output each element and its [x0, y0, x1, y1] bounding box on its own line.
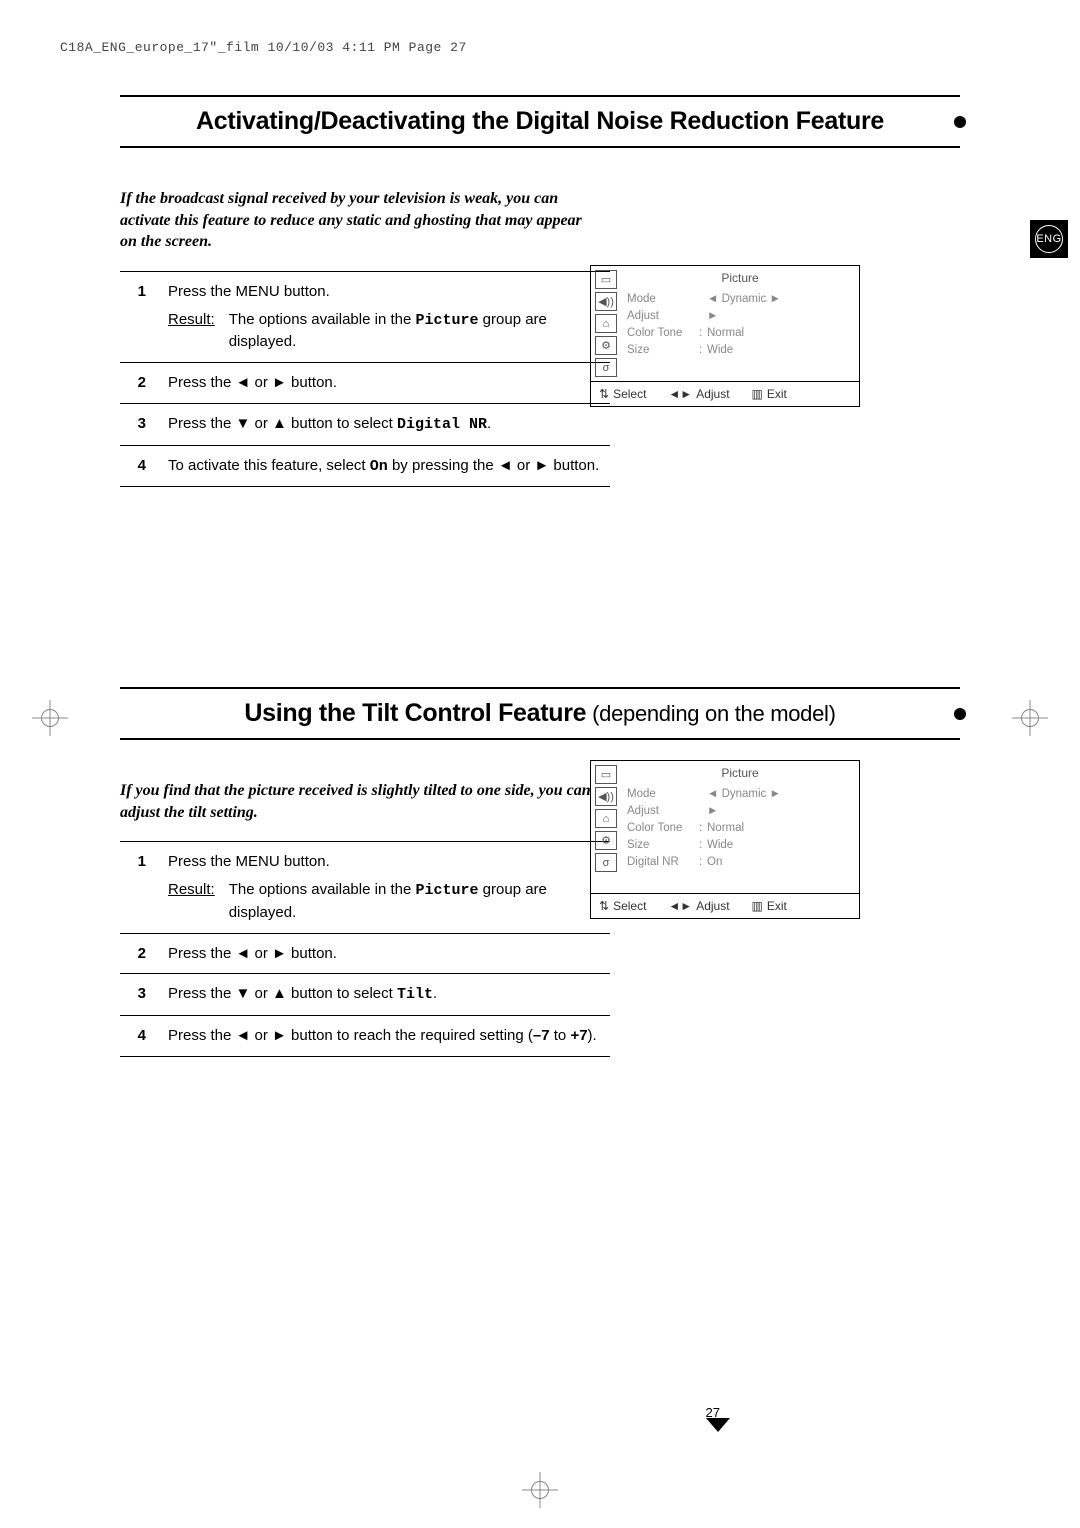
step-1-1: 1 Press the MENU button. Result: The opt…	[120, 272, 610, 362]
osd-title: Picture	[627, 763, 853, 785]
crop-mark-right	[1012, 700, 1048, 736]
result-text: The options available in the Picture gro…	[229, 879, 610, 924]
osd-footer: ⇅Select ◄►Adjust ▥Exit	[591, 381, 859, 406]
crop-mark-left	[32, 700, 68, 736]
setup-icon: ⚙	[595, 336, 617, 355]
lang-text: ENG	[1035, 225, 1063, 253]
lang-icon: σ	[595, 853, 617, 872]
title-bar-1: Activating/Deactivating the Digital Nois…	[120, 95, 960, 148]
osd-panel-2: ▭ ◀)) ⌂ ⚙ σ Picture Mode◄ Dynamic ► Adju…	[590, 760, 860, 919]
title-bar-2: Using the Tilt Control Feature (dependin…	[120, 687, 960, 740]
step-2-2: 2 Press the ◄ or ► button.	[120, 934, 610, 974]
step-text: Press the ◄ or ► button.	[168, 372, 610, 394]
step-num: 3	[120, 983, 168, 1006]
step-num: 2	[120, 943, 168, 965]
title-1: Activating/Deactivating the Digital Nois…	[120, 107, 960, 136]
setup-icon: ⚙	[595, 831, 617, 850]
osd-select: ⇅Select	[599, 899, 646, 913]
step-num: 3	[120, 413, 168, 436]
steps-2: 1 Press the MENU button. Result: The opt…	[120, 841, 610, 1057]
step-text: Press the MENU button.	[168, 281, 610, 303]
step-text: Press the ◄ or ► button.	[168, 943, 610, 965]
step-1-2: 2 Press the ◄ or ► button.	[120, 363, 610, 403]
step-num: 4	[120, 455, 168, 478]
page: C18A_ENG_europe_17"_film 10/10/03 4:11 P…	[60, 40, 1020, 1480]
osd-active-row: Tilt:0	[627, 870, 853, 887]
osd-panel-1: ▭ ◀)) ⌂ ⚙ σ Picture Mode◄ Dynamic ► Adju…	[590, 265, 860, 407]
step-2-1: 1 Press the MENU button. Result: The opt…	[120, 842, 610, 932]
step-text: Press the MENU button.	[168, 851, 610, 873]
osd-adjust: ◄►Adjust	[668, 899, 729, 913]
step-num: 2	[120, 372, 168, 394]
lang-icon: σ	[595, 358, 617, 377]
sound-icon: ◀))	[595, 292, 617, 311]
page-arrow-icon	[706, 1418, 730, 1432]
step-1-4: 4 To activate this feature, select On by…	[120, 446, 610, 487]
osd-footer: ⇅Select ◄►Adjust ▥Exit	[591, 893, 859, 918]
step-text: Press the ▼ or ▲ button to select Tilt.	[168, 983, 610, 1006]
result-label: Result:	[168, 879, 229, 924]
print-header: C18A_ENG_europe_17"_film 10/10/03 4:11 P…	[60, 40, 1020, 55]
step-num: 4	[120, 1025, 168, 1047]
tv-icon: ▭	[595, 270, 617, 289]
osd-exit: ▥Exit	[752, 899, 787, 913]
osd-active-row: Digital NR:On	[627, 358, 853, 375]
result-label: Result:	[168, 309, 229, 354]
step-1-3: 3 Press the ▼ or ▲ button to select Digi…	[120, 404, 610, 445]
sound-icon: ◀))	[595, 787, 617, 806]
step-text: To activate this feature, select On by p…	[168, 455, 610, 478]
step-2-4: 4 Press the ◄ or ► button to reach the r…	[120, 1016, 610, 1056]
intro-1: If the broadcast signal received by your…	[120, 188, 600, 253]
osd-icon-col: ▭ ◀)) ⌂ ⚙ σ	[591, 266, 621, 381]
steps-1: 1 Press the MENU button. Result: The opt…	[120, 271, 610, 488]
crop-mark-bottom	[522, 1472, 558, 1508]
step-2-3: 3 Press the ▼ or ▲ button to select Tilt…	[120, 974, 610, 1015]
intro-2: If you find that the picture received is…	[120, 780, 600, 823]
step-text: Press the ◄ or ► button to reach the req…	[168, 1025, 610, 1047]
osd-exit: ▥Exit	[752, 387, 787, 401]
osd-title: Picture	[627, 268, 853, 290]
osd-adjust: ◄►Adjust	[668, 387, 729, 401]
title-2: Using the Tilt Control Feature (dependin…	[120, 699, 960, 728]
channel-icon: ⌂	[595, 809, 617, 828]
tv-icon: ▭	[595, 765, 617, 784]
osd-select: ⇅Select	[599, 387, 646, 401]
step-num: 1	[120, 281, 168, 353]
osd-icon-col: ▭ ◀)) ⌂ ⚙ σ	[591, 761, 621, 893]
lang-badge: ENG	[1030, 220, 1068, 258]
result-text: The options available in the Picture gro…	[229, 309, 610, 354]
step-text: Press the ▼ or ▲ button to select Digita…	[168, 413, 610, 436]
channel-icon: ⌂	[595, 314, 617, 333]
step-num: 1	[120, 851, 168, 923]
